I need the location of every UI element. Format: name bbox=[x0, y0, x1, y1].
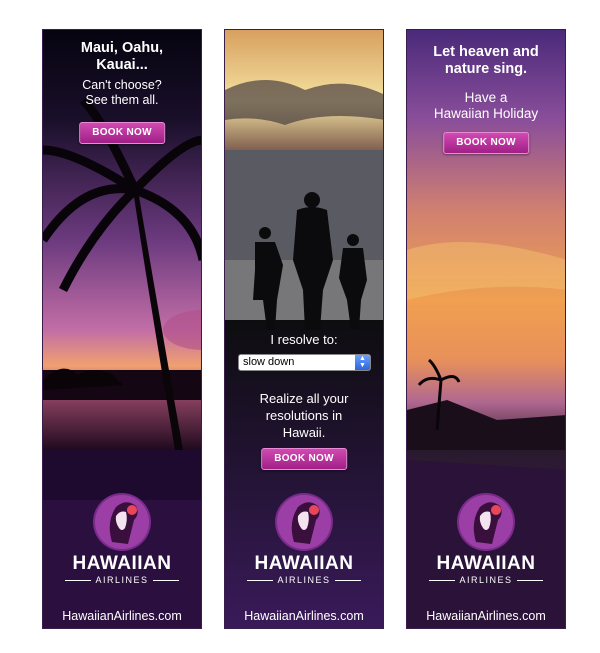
subtext-line-2: Hawaiian Holiday bbox=[433, 106, 539, 121]
headline: Maui, Oahu, Kauai... bbox=[43, 40, 201, 74]
message-line-3: Hawaii. bbox=[282, 425, 326, 440]
book-now-button[interactable]: BOOK NOW bbox=[261, 448, 347, 470]
ad-banner-resolutions[interactable]: I resolve to: slow down ▲ ▼ Realize all y… bbox=[224, 29, 384, 629]
message-line-1: Realize all your bbox=[259, 391, 349, 406]
resolution-select[interactable]: slow down ▲ ▼ bbox=[238, 354, 371, 371]
brand-sub-text: AIRLINES bbox=[95, 575, 149, 585]
website-link[interactable]: HawaiianAirlines.com bbox=[225, 609, 383, 623]
book-now-button[interactable]: BOOK NOW bbox=[79, 122, 165, 144]
subtext: Have a Hawaiian Holiday bbox=[407, 90, 565, 122]
headline-line-2: nature sing. bbox=[444, 61, 528, 77]
brand-sub: AIRLINES bbox=[43, 575, 201, 585]
hawaiian-airlines-logo-icon bbox=[457, 493, 515, 551]
brand-sub: AIRLINES bbox=[225, 575, 383, 585]
brand-sub: AIRLINES bbox=[407, 575, 565, 585]
ad-banner-holiday[interactable]: Let heaven and nature sing. Have a Hawai… bbox=[406, 29, 566, 629]
brand-name: HAWAIIAN bbox=[436, 553, 536, 574]
hawaiian-airlines-logo-icon bbox=[93, 493, 151, 551]
resolution-message: Realize all your resolutions in Hawaii. bbox=[225, 390, 383, 441]
headline-line-2: Kauai... bbox=[96, 57, 148, 73]
hawaiian-airlines-logo-icon bbox=[275, 493, 333, 551]
headline-line-1: Let heaven and bbox=[433, 44, 539, 60]
resolution-select-value: slow down bbox=[243, 356, 295, 368]
headline-line-1: Maui, Oahu, bbox=[80, 40, 164, 56]
brand-sub-text: AIRLINES bbox=[277, 575, 331, 585]
website-link[interactable]: HawaiianAirlines.com bbox=[407, 609, 565, 623]
website-link[interactable]: HawaiianAirlines.com bbox=[43, 609, 201, 623]
resolve-prompt: I resolve to: bbox=[270, 332, 338, 347]
brand-name: HAWAIIAN bbox=[254, 553, 354, 574]
subtext-line-1: Can't choose? bbox=[82, 78, 162, 92]
subtext: Can't choose? See them all. bbox=[43, 78, 201, 108]
book-now-button[interactable]: BOOK NOW bbox=[443, 132, 529, 154]
hawaiian-airlines-logo[interactable]: HAWAIIAN AIRLINES bbox=[225, 492, 383, 585]
hawaiian-airlines-logo[interactable]: HAWAIIAN AIRLINES bbox=[407, 492, 565, 585]
subtext-line-2: See them all. bbox=[85, 93, 159, 107]
brand-name: HAWAIIAN bbox=[72, 553, 172, 574]
message-line-2: resolutions in bbox=[265, 408, 343, 423]
select-arrows-icon[interactable]: ▲ ▼ bbox=[355, 355, 370, 370]
hawaiian-airlines-logo[interactable]: HAWAIIAN AIRLINES bbox=[43, 492, 201, 585]
ad-banner-islands[interactable]: Maui, Oahu, Kauai... Can't choose? See t… bbox=[42, 29, 202, 629]
headline: Let heaven and nature sing. bbox=[407, 44, 565, 78]
brand-sub-text: AIRLINES bbox=[459, 575, 513, 585]
subtext-line-1: Have a bbox=[464, 90, 508, 105]
